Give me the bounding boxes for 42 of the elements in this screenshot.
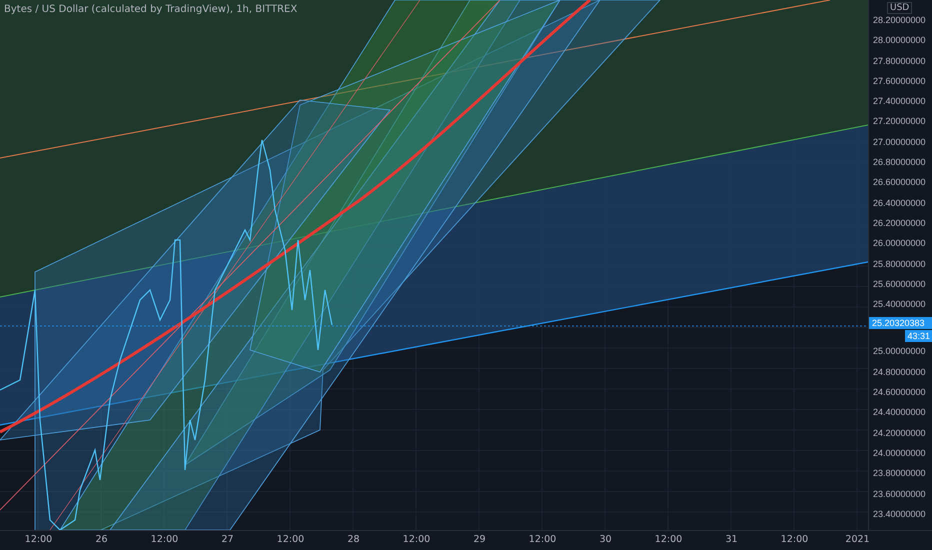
time-label: 12:00 (402, 533, 432, 547)
time-label: 12:00 (24, 533, 54, 547)
time-label: 12:00 (654, 533, 684, 547)
price-label: 24.20000000 (872, 426, 927, 440)
price-label: 25.40000000 (872, 298, 927, 312)
price-label: 23.40000000 (872, 508, 927, 521)
chart-title: Bytes / US Dollar (calculated by TradingView), 1h, BITTREX (4, 4, 298, 15)
currency-label: USD (887, 2, 912, 14)
current-price-label: 25.20320383 (869, 317, 932, 330)
time-label: 12:00 (276, 533, 306, 547)
price-label: 23.80000000 (872, 467, 927, 480)
price-label: 26.20000000 (872, 216, 927, 230)
price-label: 24.80000000 (872, 366, 927, 379)
time-label: 30 (598, 533, 613, 547)
price-label: 24.60000000 (872, 386, 927, 400)
price-label: 24.00000000 (872, 446, 927, 460)
price-label: 25.00000000 (872, 345, 927, 358)
price-label: 25.60000000 (872, 278, 927, 291)
price-label: 26.00000000 (872, 237, 927, 250)
price-label: 27.40000000 (872, 95, 927, 108)
price-label: 28.00000000 (872, 34, 927, 48)
countdown-label: 43:31 (905, 330, 932, 342)
time-label: 12:00 (780, 533, 810, 547)
time-label: 31 (724, 533, 739, 547)
time-label: 27 (220, 533, 235, 547)
price-label: 27.80000000 (872, 54, 927, 68)
time-label: 26 (94, 533, 109, 547)
price-label: 28.20000000 (872, 14, 927, 27)
price-label: 23.60000000 (872, 488, 927, 501)
time-label: 12:00 (528, 533, 558, 547)
price-label: 26.60000000 (872, 176, 927, 190)
price-label: 26.40000000 (872, 196, 927, 210)
price-label: 27.00000000 (872, 136, 927, 149)
price-label: 27.20000000 (872, 115, 927, 128)
time-label: 29 (472, 533, 487, 547)
time-label: 12:00 (150, 533, 180, 547)
price-label: 25.80000000 (872, 258, 927, 271)
price-label: 27.60000000 (872, 74, 927, 88)
price-label: 24.40000000 (872, 406, 927, 420)
time-label: 2021 (844, 533, 871, 547)
price-label: 26.80000000 (872, 156, 927, 170)
time-label: 28 (346, 533, 361, 547)
